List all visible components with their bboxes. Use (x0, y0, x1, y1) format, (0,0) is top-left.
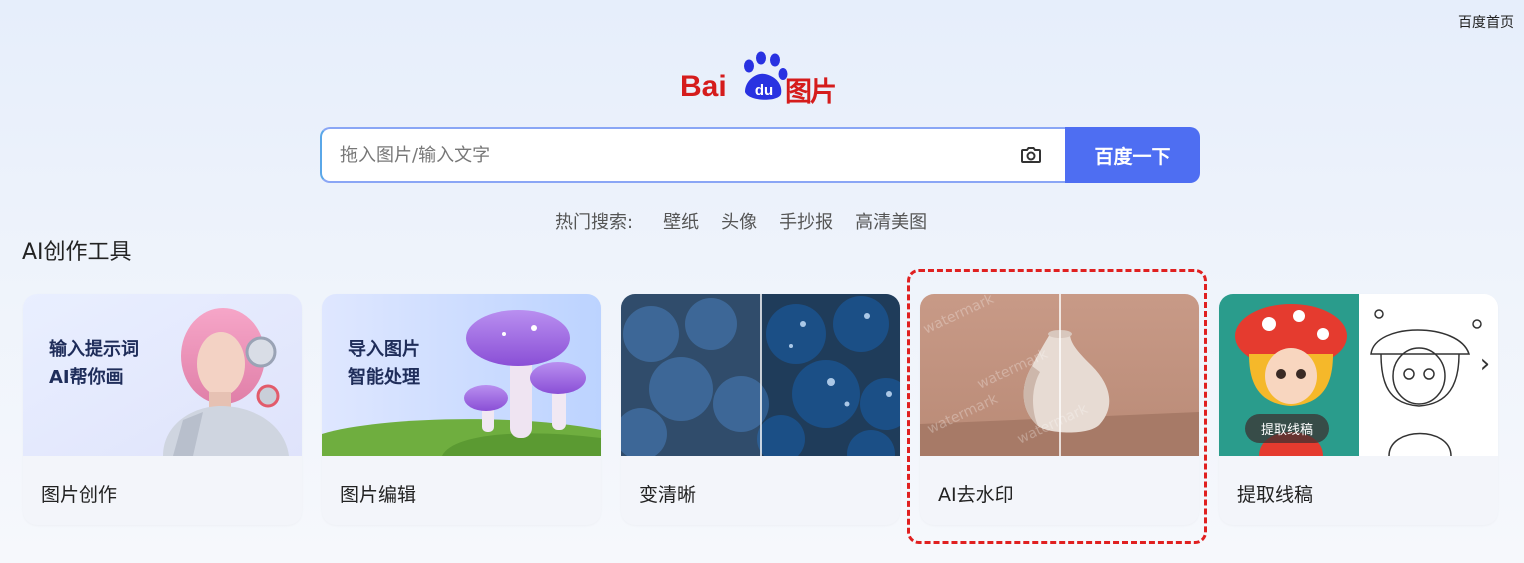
card-thumbnail: 输入提示词 AI帮你画 (23, 294, 302, 456)
card-overlay-text: 导入图片 智能处理 (348, 339, 420, 388)
tool-card-image-edit[interactable]: 导入图片 智能处理 图片编辑 (322, 294, 601, 525)
hot-search: 热门搜索: 壁纸 头像 手抄报 高清美图 (555, 208, 949, 234)
tool-card-image-creation[interactable]: 输入提示词 AI帮你画 图片创作 (23, 294, 302, 525)
lineart-badge: 提取线稿 (1245, 414, 1330, 443)
card-label: 图片编辑 (340, 484, 417, 506)
tool-card-extract-lineart[interactable]: 提取线稿 › 提取线稿 (1219, 294, 1498, 525)
ai-tools-cards: 输入提示词 AI帮你画 图片创作 导入图片 智能处理 图片编辑 变清晰 wate… (23, 294, 1498, 526)
vase-image: watermark watermark watermark watermark (920, 294, 1199, 456)
tool-card-enhance[interactable]: 变清晰 (621, 294, 900, 525)
card-overlay-text: 输入提示词 AI帮你画 (49, 339, 139, 388)
logo-text-du: du (755, 82, 773, 99)
hot-search-item[interactable]: 壁纸 (663, 208, 699, 234)
baidu-home-link[interactable]: 百度首页 (1458, 12, 1514, 32)
blueberries-image (621, 294, 900, 456)
card-label: 图片创作 (41, 484, 118, 506)
chevron-right-icon[interactable]: › (1472, 344, 1498, 384)
hot-search-item[interactable]: 高清美图 (855, 208, 927, 234)
search-box (320, 127, 1065, 183)
card-thumbnail (621, 294, 900, 456)
search-input[interactable] (338, 129, 982, 181)
hot-search-item[interactable]: 手抄报 (779, 208, 833, 234)
tool-card-remove-watermark[interactable]: watermark watermark watermark watermark … (920, 294, 1199, 525)
baidu-image-logo[interactable]: Bai du 图片 (680, 50, 850, 108)
baidu-paw-icon: du (744, 51, 788, 100)
camera-icon[interactable] (1019, 143, 1043, 167)
logo-text-bai: Bai (680, 70, 727, 103)
card-thumbnail: 导入图片 智能处理 (322, 294, 601, 456)
hot-search-item[interactable]: 头像 (721, 208, 757, 234)
hot-search-label: 热门搜索: (555, 212, 634, 233)
ai-tools-title: AI创作工具 (22, 240, 132, 265)
card-label: 提取线稿 (1237, 484, 1314, 506)
logo-text-tupian: 图片 (785, 77, 837, 108)
card-thumbnail: watermark watermark watermark watermark (920, 294, 1199, 456)
search-bar: 百度一下 (320, 127, 1200, 183)
card-thumbnail: 提取线稿 › (1219, 294, 1498, 456)
card-label: AI去水印 (938, 484, 1014, 506)
search-button[interactable]: 百度一下 (1065, 127, 1200, 183)
card-label: 变清晰 (639, 484, 697, 506)
